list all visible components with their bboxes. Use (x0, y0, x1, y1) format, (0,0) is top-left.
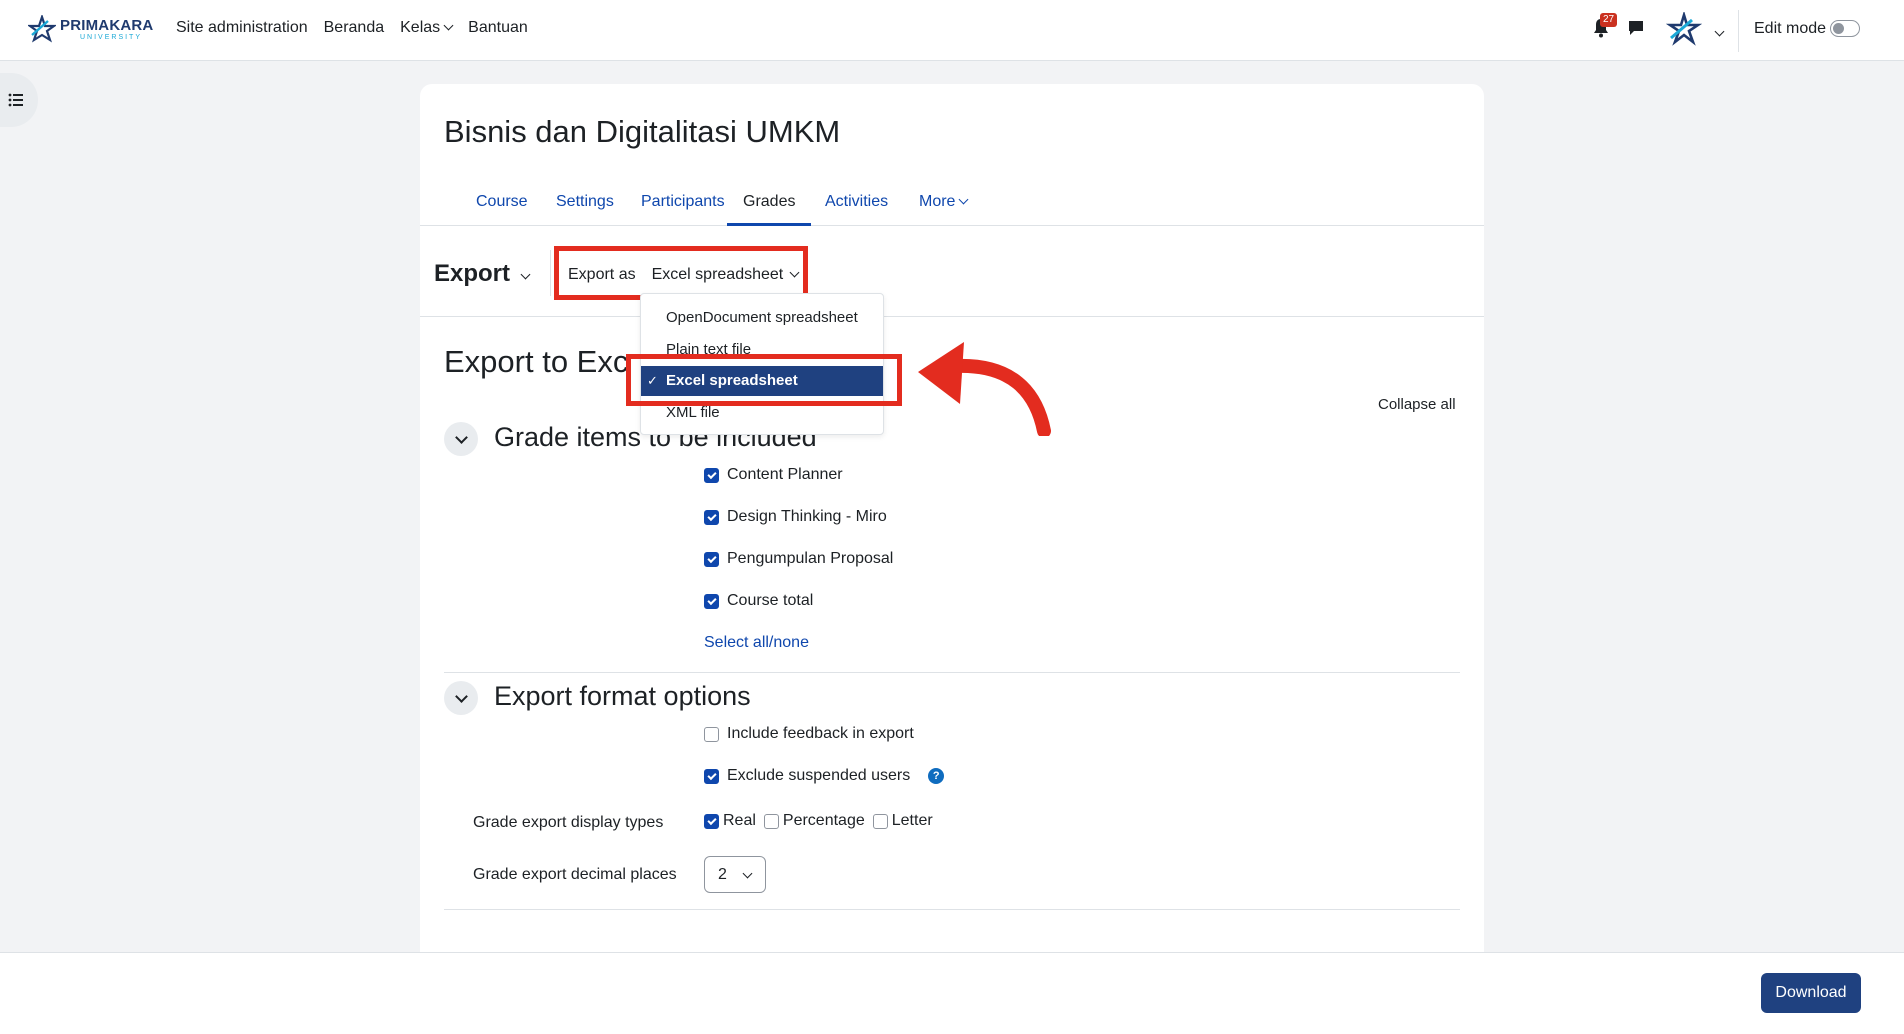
tab-more-label: More (919, 193, 956, 210)
page-title: Export to Exc (444, 344, 629, 379)
menu-item-opendocument[interactable]: OpenDocument spreadsheet (641, 303, 883, 333)
checkbox[interactable] (704, 509, 719, 525)
checkbox-label: Exclude suspended users (727, 767, 911, 784)
checkbox[interactable] (704, 726, 719, 742)
navbar-divider (1738, 10, 1739, 52)
tab-more[interactable]: More (903, 182, 983, 226)
primakara-logo[interactable]: PRIMAKARA UNIVERSITY (28, 15, 153, 43)
checkbox-label: Include feedback in export (727, 725, 914, 742)
chevron-down-icon (742, 868, 753, 878)
display-types-label: Grade export display types (473, 814, 664, 831)
tab-grades[interactable]: Grades (727, 182, 812, 226)
checkbox[interactable] (704, 551, 719, 567)
checkbox-label: Design Thinking - Miro (727, 508, 887, 525)
grade-item-content-planner[interactable]: Content Planner (704, 466, 843, 484)
logo-star-icon (28, 15, 56, 43)
nav-beranda[interactable]: Beranda (324, 19, 385, 37)
display-type-percentage-label: Percentage (782, 812, 865, 829)
exclude-suspended-option[interactable]: Exclude suspended users? (704, 767, 945, 785)
primary-navigation: Site administration Beranda Kelas Bantua… (176, 19, 528, 37)
nav-bantuan[interactable]: Bantuan (468, 19, 528, 37)
checkbox[interactable] (704, 467, 719, 483)
tab-settings[interactable]: Settings (540, 182, 630, 226)
chevron-down-icon (520, 269, 531, 280)
annotation-box-excel-option (626, 354, 902, 406)
select-all-none-link[interactable]: Select all/none (704, 634, 809, 652)
chevron-down-icon (454, 430, 468, 444)
logo-subtext: UNIVERSITY (80, 33, 143, 41)
display-types-group: Real Percentage Letter (704, 812, 933, 830)
chevron-down-icon (443, 20, 454, 31)
grade-item-pengumpulan-proposal[interactable]: Pengumpulan Proposal (704, 550, 893, 568)
annotation-arrow-icon (918, 342, 1051, 436)
format-options-heading: Export format options (494, 681, 751, 711)
tab-course[interactable]: Course (460, 182, 544, 226)
course-index-drawer-button[interactable] (0, 73, 38, 127)
export-heading: Export (434, 260, 511, 287)
collapse-all-link[interactable]: Collapse all (1378, 396, 1456, 413)
decimal-places-label: Grade export decimal places (473, 866, 677, 883)
edit-mode-label: Edit mode (1754, 20, 1827, 37)
export-divider (550, 250, 551, 296)
tab-participants[interactable]: Participants (625, 182, 741, 226)
list-icon (8, 93, 23, 107)
top-navbar: PRIMAKARA UNIVERSITY Site administration… (0, 0, 1904, 61)
grade-item-design-thinking[interactable]: Design Thinking - Miro (704, 508, 887, 526)
display-type-real-label: Real (723, 812, 756, 829)
display-type-real-checkbox[interactable] (704, 813, 719, 829)
nav-site-administration[interactable]: Site administration (176, 19, 308, 37)
notification-count-badge: 27 (1600, 13, 1618, 27)
annotation-box-export-as (554, 246, 808, 300)
decimal-places-value: 2 (718, 865, 727, 883)
messages-icon[interactable] (1627, 19, 1645, 37)
grade-items-collapse-button[interactable] (444, 422, 478, 456)
chevron-down-icon (959, 194, 969, 205)
course-title: Bisnis dan Digitalitasi UMKM (444, 114, 841, 149)
main-content-card: Bisnis dan Digitalitasi UMKM Course Sett… (420, 84, 1484, 1034)
display-type-letter-checkbox[interactable] (872, 813, 888, 829)
edit-mode-toggle[interactable] (1830, 20, 1860, 37)
display-type-percentage-checkbox[interactable] (763, 813, 779, 829)
download-button[interactable]: Download (1761, 973, 1861, 1013)
chevron-down-icon (454, 689, 468, 703)
tab-activities[interactable]: Activities (809, 182, 904, 226)
checkbox-label: Pengumpulan Proposal (727, 550, 894, 567)
display-type-letter-label: Letter (891, 812, 933, 829)
section-divider (444, 909, 1460, 910)
nav-kelas[interactable]: Kelas (400, 19, 454, 37)
checkbox-label: Course total (727, 592, 814, 609)
export-menu[interactable]: Export (434, 260, 531, 288)
format-options-collapse-button[interactable] (444, 681, 478, 715)
course-tabs: Course Settings Participants Grades Acti… (420, 182, 1484, 226)
nav-kelas-label: Kelas (400, 19, 441, 36)
section-divider (444, 672, 1460, 673)
user-avatar-icon[interactable] (1666, 12, 1702, 48)
user-menu-chevron-icon[interactable] (1711, 25, 1725, 43)
checkbox[interactable] (704, 593, 719, 609)
help-icon[interactable]: ? (928, 768, 945, 784)
decimal-places-select[interactable]: 2 (704, 856, 766, 893)
grade-item-course-total[interactable]: Course total (704, 592, 813, 610)
checkbox-label: Content Planner (727, 466, 843, 483)
logo-text: PRIMAKARA (60, 16, 154, 34)
include-feedback-option[interactable]: Include feedback in export (704, 725, 914, 743)
sticky-footer (0, 952, 1904, 1034)
checkbox[interactable] (704, 768, 719, 784)
